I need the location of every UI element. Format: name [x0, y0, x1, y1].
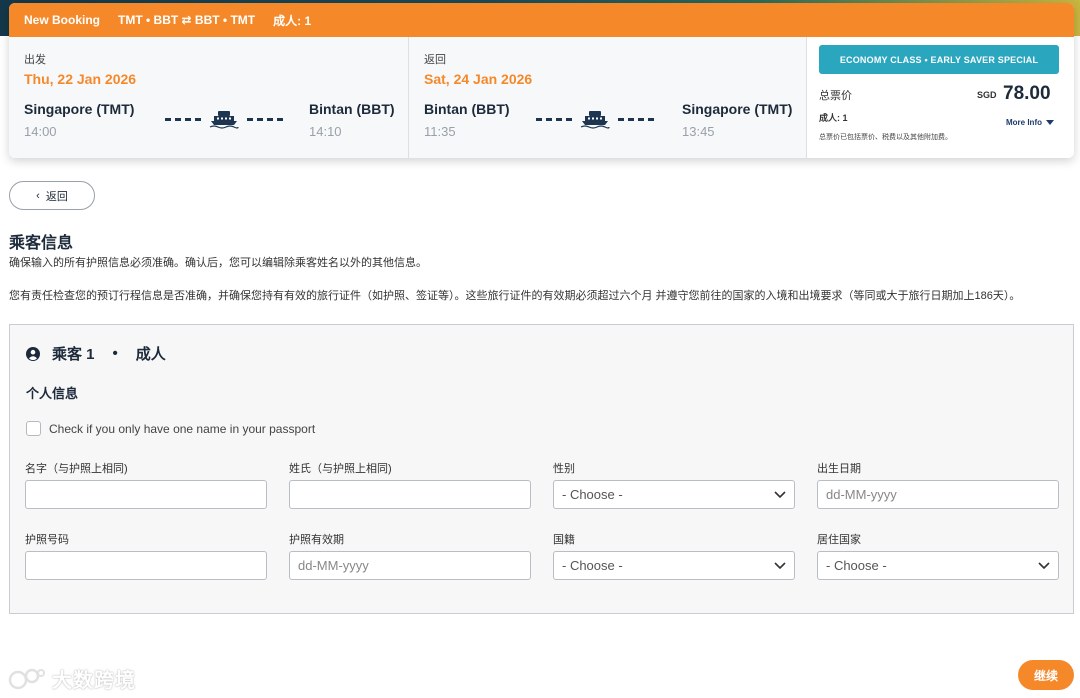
residence-label: 居住国家: [817, 534, 861, 546]
fare-total-label: 总票价: [819, 90, 852, 102]
single-name-option[interactable]: Check if you only have one name in your …: [26, 421, 315, 436]
fare-currency: SGD: [977, 90, 997, 100]
passenger-heading: 乘客 1 • 成人: [26, 343, 166, 364]
residence-select[interactable]: - Choose -: [817, 551, 1059, 580]
back-button[interactable]: ‹ 返回: [9, 181, 95, 210]
passport-expiry-placeholder: dd-MM-yyyy: [298, 558, 369, 573]
more-info-label: More Info: [1006, 118, 1042, 127]
passenger-label: 乘客 1: [52, 346, 95, 363]
separator-dot: •: [112, 345, 118, 362]
fare-adult-count: 成人: 1: [819, 113, 848, 123]
gender-value: - Choose -: [562, 487, 623, 502]
passport-expiry-input[interactable]: dd-MM-yyyy: [289, 551, 531, 580]
caret-down-icon: [1046, 120, 1054, 125]
chevron-down-icon: [1038, 561, 1050, 569]
chevron-down-icon: [774, 490, 786, 498]
passport-notice: 确保输入的所有护照信息必须准确。确认后，您可以编辑除乘客姓名以外的其他信息。: [9, 257, 427, 269]
fare-note: 总票价已包括票价、税费以及其他附加费。: [819, 134, 952, 141]
gender-label: 性别: [553, 463, 575, 475]
passport-number-field-group: 护照号码: [25, 531, 267, 580]
chevron-left-icon: ‹: [36, 189, 40, 202]
passport-number-label: 护照号码: [25, 534, 69, 546]
outbound-to-time: 14:10: [309, 124, 342, 139]
residence-value: - Choose -: [826, 558, 887, 573]
watermark-logo-icon: [8, 668, 45, 689]
dob-field-group: 出生日期 dd-MM-yyyy: [817, 460, 1059, 509]
first-name-label: 名字（与护照上相同): [25, 463, 128, 475]
first-name-field-group: 名字（与护照上相同): [25, 460, 267, 509]
dob-label: 出生日期: [817, 463, 861, 475]
return-to-time: 13:45: [682, 124, 715, 139]
fare-amount: 78.00: [1003, 83, 1051, 104]
more-info-toggle[interactable]: More Info: [1006, 118, 1054, 127]
fare-class-badge: ECONOMY CLASS • EARLY SAVER SPECIAL: [819, 45, 1059, 74]
back-button-label: 返回: [45, 190, 68, 203]
outbound-from-station: Singapore (TMT): [24, 101, 135, 117]
last-name-label: 姓氏（与护照上相同): [289, 463, 392, 475]
fare-panel: ECONOMY CLASS • EARLY SAVER SPECIAL 总票价 …: [806, 37, 1074, 158]
passport-expiry-label: 护照有效期: [289, 534, 344, 546]
return-label: 返回: [424, 54, 446, 66]
return-from-station: Bintan (BBT): [424, 101, 510, 117]
gender-select[interactable]: - Choose -: [553, 480, 795, 509]
booking-title: New Booking: [24, 13, 101, 27]
passenger-form: 乘客 1 • 成人 个人信息 Check if you only have on…: [9, 324, 1074, 614]
outbound-to-station: Bintan (BBT): [309, 101, 395, 117]
outbound-from-time: 14:00: [24, 124, 57, 139]
return-route-line: [536, 109, 654, 129]
nationality-label: 国籍: [553, 534, 575, 546]
last-name-input[interactable]: [289, 480, 531, 509]
gender-field-group: 性别 - Choose -: [553, 460, 795, 509]
last-name-field-group: 姓氏（与护照上相同): [289, 460, 531, 509]
nationality-select[interactable]: - Choose -: [553, 551, 795, 580]
dob-input[interactable]: dd-MM-yyyy: [817, 480, 1059, 509]
continue-button[interactable]: 继续: [1018, 660, 1074, 690]
return-date: Sat, 24 Jan 2026: [424, 71, 533, 87]
return-leg: 返回 Sat, 24 Jan 2026 Bintan (BBT) 11:35 S…: [408, 37, 806, 158]
watermark: 大数跨境: [8, 664, 136, 693]
user-circle-icon: [26, 346, 40, 361]
nationality-value: - Choose -: [562, 558, 623, 573]
return-to-station: Singapore (TMT): [682, 101, 793, 117]
personal-info-title: 个人信息: [26, 386, 79, 401]
continue-button-label: 继续: [1033, 668, 1058, 683]
ferry-icon: [580, 111, 610, 129]
travel-document-notice: 您有责任检查您的预订行程信息是否准确，并确保您持有有效的旅行证件（如护照、签证等…: [9, 290, 1021, 302]
passport-expiry-field-group: 护照有效期 dd-MM-yyyy: [289, 531, 531, 580]
nationality-field-group: 国籍 - Choose -: [553, 531, 795, 580]
passport-number-input[interactable]: [25, 551, 267, 580]
single-name-checkbox[interactable]: [26, 421, 41, 436]
page-title: 乘客信息: [9, 235, 74, 252]
outbound-date: Thu, 22 Jan 2026: [24, 71, 137, 87]
outbound-route-line: [165, 109, 283, 129]
booking-header: New Booking TMT • BBT ⇄ BBT • TMT 成人: 1: [9, 3, 1074, 37]
chevron-down-icon: [774, 561, 786, 569]
booking-route: TMT • BBT ⇄ BBT • TMT: [118, 13, 256, 27]
dob-placeholder: dd-MM-yyyy: [826, 487, 897, 502]
return-from-time: 11:35: [424, 124, 456, 139]
first-name-input[interactable]: [25, 480, 267, 509]
outbound-label: 出发: [24, 54, 46, 66]
single-name-label: Check if you only have one name in your …: [49, 421, 316, 436]
residence-field-group: 居住国家 - Choose -: [817, 531, 1059, 580]
outbound-leg: 出发 Thu, 22 Jan 2026 Singapore (TMT) 14:0…: [9, 37, 407, 158]
booking-passengers: 成人: 1: [273, 13, 312, 28]
booking-summary-card: New Booking TMT • BBT ⇄ BBT • TMT 成人: 1 …: [9, 3, 1074, 158]
booking-body: 出发 Thu, 22 Jan 2026 Singapore (TMT) 14:0…: [9, 37, 1074, 158]
ferry-icon: [209, 111, 239, 129]
passenger-type: 成人: [135, 346, 166, 363]
watermark-text: 大数跨境: [52, 670, 136, 692]
